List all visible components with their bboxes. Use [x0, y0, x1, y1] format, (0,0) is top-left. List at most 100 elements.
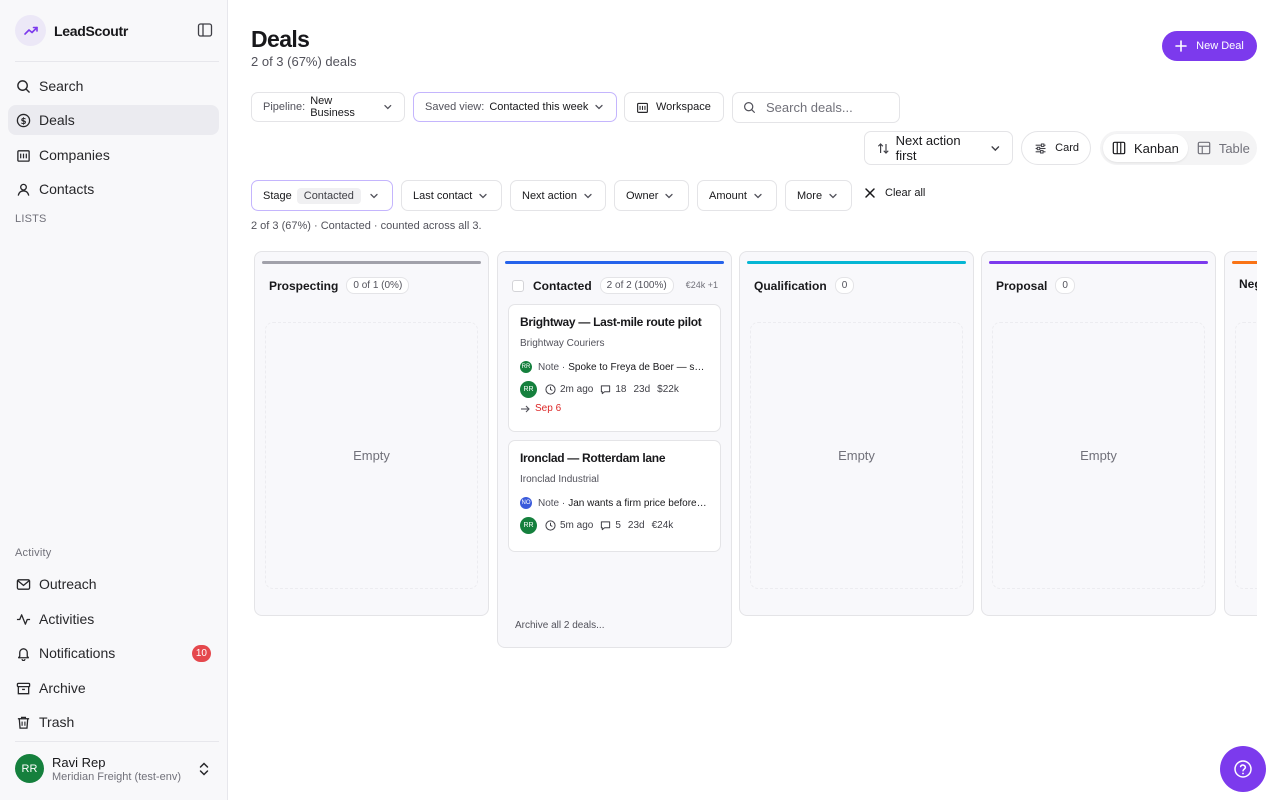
column-count: 0 — [1055, 277, 1075, 294]
next-action-label: Next action — [522, 189, 578, 202]
column-header: Prospecting 0 of 1 (0%) — [269, 277, 410, 294]
column-amount: €24k +1 — [685, 280, 718, 290]
dollar-circle-icon: $ — [16, 113, 31, 127]
deal-latest-note: NO Note · Jan wants a firm price before … — [520, 497, 709, 509]
note-text: Spoke to Freya de Boer — she wants a pro… — [568, 361, 709, 373]
saved-view-value: Contacted this week — [489, 101, 589, 113]
user-menu[interactable]: RR Ravi Rep Meridian Freight (test-env) — [15, 754, 219, 783]
deal-card[interactable]: Brightway — Last-mile route pilot Bright… — [508, 304, 721, 432]
sliders-icon — [1035, 142, 1046, 154]
nav-deals[interactable]: $ Deals — [8, 105, 219, 135]
user-icon — [17, 183, 30, 196]
column-title: Contacted — [533, 278, 592, 293]
chevron-down-icon — [665, 193, 674, 198]
sidebar-collapse-icon[interactable] — [197, 22, 213, 38]
svg-text:$: $ — [21, 115, 27, 125]
nav-label: Notifications — [39, 645, 116, 661]
archive-all-link[interactable]: Archive all 2 deals... — [515, 620, 605, 631]
pipeline-label: Pipeline: — [263, 101, 306, 113]
new-deal-button[interactable]: New Deal — [1162, 31, 1257, 61]
amount-label: Amount — [709, 189, 747, 202]
bell-icon — [17, 647, 30, 661]
sort-select[interactable]: Next action first — [864, 131, 1013, 165]
last-contact-filter[interactable]: Last contact — [401, 180, 502, 211]
deal-age: 23d — [627, 520, 645, 531]
next-action-date-label: Sep 6 — [535, 403, 562, 414]
deal-company: Ironclad Industrial — [520, 474, 599, 485]
deal-card[interactable]: Ironclad — Rotterdam lane Ironclad Indus… — [508, 440, 721, 552]
column-contacted: Contacted 2 of 2 (100%) €24k +1 Brightwa… — [497, 251, 732, 648]
kanban-board: Prospecting 0 of 1 (0%) Empty Contacted … — [254, 251, 1257, 651]
note-label: Note · — [538, 497, 566, 509]
saved-view-select[interactable]: Saved view: Contacted this week — [413, 92, 617, 122]
deal-company: Brightway Couriers — [520, 338, 605, 349]
activity-heading: Activity — [15, 547, 52, 559]
brand[interactable]: LeadScoutr — [15, 15, 128, 46]
trash-icon — [17, 716, 30, 729]
select-all-checkbox[interactable] — [512, 279, 524, 292]
nav-label: Outreach — [39, 576, 97, 592]
chevron-down-icon — [584, 193, 592, 198]
card-settings-button[interactable]: Card — [1021, 131, 1091, 165]
notification-count-badge: 10 — [191, 645, 211, 662]
stage-color-bar — [989, 261, 1208, 264]
view-table-label: Table — [1218, 140, 1250, 156]
next-action-date: Sep 6 — [520, 403, 709, 414]
view-table-tab[interactable]: Table — [1188, 134, 1259, 162]
mail-icon — [16, 578, 31, 590]
nav-contacts[interactable]: Contacts — [8, 174, 219, 204]
owner-label: Owner — [626, 189, 659, 202]
activity-icon — [16, 613, 31, 625]
archive-icon — [16, 682, 31, 694]
card-label: Card — [1055, 142, 1079, 154]
nav-trash[interactable]: Trash — [8, 707, 219, 737]
new-deal-label: New Deal — [1196, 40, 1244, 52]
logo-trending-up-icon — [15, 15, 46, 46]
nav-notifications[interactable]: Notifications 10 — [8, 638, 219, 668]
help-button[interactable] — [1220, 746, 1266, 792]
nav-search[interactable]: Search — [8, 71, 219, 101]
nav-archive[interactable]: Archive — [8, 673, 219, 703]
column-count: 0 of 1 (0%) — [346, 277, 410, 294]
owner-filter[interactable]: Owner — [614, 180, 689, 211]
sidebar: LeadScoutr Search $ Deals Companies Cont… — [0, 0, 228, 800]
empty-dropzone — [1235, 322, 1257, 589]
deal-title: Brightway — Last-mile route pilot — [520, 315, 702, 329]
owner-avatar: RR — [520, 381, 537, 398]
note-label: Note · — [538, 361, 566, 373]
pipeline-select[interactable]: Pipeline: New Business — [251, 92, 405, 122]
last-contact-label: Last contact — [413, 189, 473, 202]
search-placeholder: Search deals... — [766, 100, 853, 115]
owner-avatar: RR — [520, 517, 537, 534]
filter-summary: 2 of 3 (67%) · Contacted · counted acros… — [251, 220, 482, 232]
deal-amount: €24k — [651, 520, 674, 531]
workspace-button[interactable]: Workspace — [624, 92, 724, 122]
empty-dropzone: Empty — [265, 322, 478, 589]
deal-title: Ironclad — Rotterdam lane — [520, 451, 666, 465]
stage-color-bar — [747, 261, 966, 264]
nav-label: Activities — [39, 611, 95, 627]
note-author-avatar: RR — [520, 361, 532, 373]
search-deals-input[interactable]: Search deals... — [732, 92, 900, 123]
nav-outreach[interactable]: Outreach — [8, 569, 219, 599]
clear-all-button[interactable]: Clear all — [864, 187, 925, 199]
next-action-filter[interactable]: Next action — [510, 180, 606, 211]
column-qualification: Qualification 0 Empty — [739, 251, 974, 616]
chevron-down-icon — [754, 193, 762, 198]
deal-meta: RR 2m ago 18 23d $22k — [520, 381, 709, 398]
comment-icon — [601, 385, 611, 395]
column-title: Proposal — [996, 278, 1048, 293]
stage-filter[interactable]: Stage Contacted — [251, 180, 393, 211]
nav-activities[interactable]: Activities — [8, 604, 219, 634]
column-count: 2 of 2 (100%) — [599, 277, 674, 294]
last-activity-time: 5m ago — [560, 520, 594, 531]
more-filter[interactable]: More — [785, 180, 852, 211]
column-header: Contacted 2 of 2 (100%) — [512, 277, 674, 294]
nav-companies[interactable]: Companies — [8, 140, 219, 170]
column-title: Negotiation — [1239, 277, 1257, 291]
amount-filter[interactable]: Amount — [697, 180, 777, 211]
clock-icon — [545, 384, 556, 395]
chevron-down-icon — [384, 104, 392, 110]
view-kanban-tab[interactable]: Kanban — [1103, 134, 1188, 162]
clear-all-label: Clear all — [885, 187, 926, 199]
